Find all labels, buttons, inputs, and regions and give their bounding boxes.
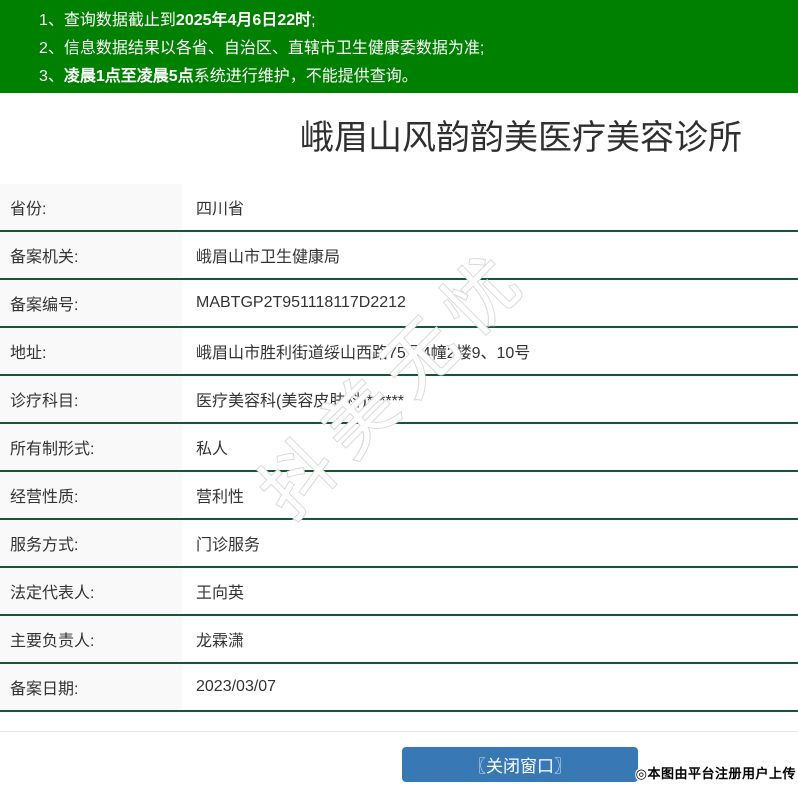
row-label: 备案机关:	[0, 231, 182, 279]
page-title: 峨眉山风韵韵美医疗美容诊所	[122, 116, 798, 160]
table-row: 备案日期:2023/03/07	[0, 663, 798, 711]
row-value: 医疗美容科(美容皮肤科)******	[182, 375, 798, 423]
row-value: 2023/03/07	[182, 663, 798, 711]
close-window-button[interactable]: 〖关闭窗口〗	[402, 747, 638, 782]
notice-banner: 1、查询数据截止到2025年4月6日22时; 2、信息数据结果以各省、自治区、直…	[0, 0, 798, 93]
clinic-info-table: 省份:四川省备案机关:峨眉山市卫生健康局备案编号:MABTGP2T9511181…	[0, 184, 798, 712]
row-label: 主要负责人:	[0, 615, 182, 663]
row-value: MABTGP2T951118117D2212	[182, 279, 798, 327]
row-value: 王向英	[182, 567, 798, 615]
row-label: 服务方式:	[0, 519, 182, 567]
table-row: 主要负责人:龙霖潇	[0, 615, 798, 663]
row-value: 门诊服务	[182, 519, 798, 567]
table-row: 省份:四川省	[0, 184, 798, 231]
table-row: 所有制形式:私人	[0, 423, 798, 471]
row-label: 所有制形式:	[0, 423, 182, 471]
notice-number: 2、	[39, 40, 64, 57]
notice-text: 查询数据截止到	[64, 12, 176, 29]
notice-line-2: 2、信息数据结果以各省、自治区、直辖市卫生健康委数据为准;	[39, 35, 788, 63]
row-value: 营利性	[182, 471, 798, 519]
row-label: 法定代表人:	[0, 567, 182, 615]
notice-text: ;	[311, 12, 315, 29]
notice-line-1: 1、查询数据截止到2025年4月6日22时;	[39, 7, 788, 35]
table-row: 服务方式:门诊服务	[0, 519, 798, 567]
table-row: 备案机关:峨眉山市卫生健康局	[0, 231, 798, 279]
notice-line-3: 3、凌晨1点至凌晨5点系统进行维护，不能提供查询。	[39, 63, 788, 91]
uploader-badge: ◎本图由平台注册用户上传	[636, 763, 796, 782]
notice-text: 信息数据结果以各省、自治区、直辖市卫生健康委数据为准;	[64, 40, 484, 57]
table-row: 备案编号:MABTGP2T951118117D2212	[0, 279, 798, 327]
table-row: 法定代表人:王向英	[0, 567, 798, 615]
row-label: 诊疗科目:	[0, 375, 182, 423]
row-value: 龙霖潇	[182, 615, 798, 663]
row-label: 备案日期:	[0, 663, 182, 711]
row-value: 私人	[182, 423, 798, 471]
table-row: 诊疗科目:医疗美容科(美容皮肤科)******	[0, 375, 798, 423]
row-value: 四川省	[182, 184, 798, 231]
row-label: 备案编号:	[0, 279, 182, 327]
notice-text-bold: 凌晨1点至凌晨5点	[64, 68, 194, 85]
row-value: 峨眉山市胜利街道绥山西路75号4幢2楼9、10号	[182, 327, 798, 375]
notice-text-bold: 2025年4月6日22时	[176, 12, 311, 29]
table-row: 经营性质:营利性	[0, 471, 798, 519]
footer-divider	[0, 731, 798, 732]
row-label: 地址:	[0, 327, 182, 375]
row-label: 经营性质:	[0, 471, 182, 519]
info-table-body: 省份:四川省备案机关:峨眉山市卫生健康局备案编号:MABTGP2T9511181…	[0, 184, 798, 711]
row-label: 省份:	[0, 184, 182, 231]
table-row: 地址:峨眉山市胜利街道绥山西路75号4幢2楼9、10号	[0, 327, 798, 375]
row-value: 峨眉山市卫生健康局	[182, 231, 798, 279]
notice-number: 3、	[39, 68, 64, 85]
notice-number: 1、	[39, 12, 64, 29]
notice-text: 系统进行维护，不能提供查询。	[194, 68, 418, 85]
